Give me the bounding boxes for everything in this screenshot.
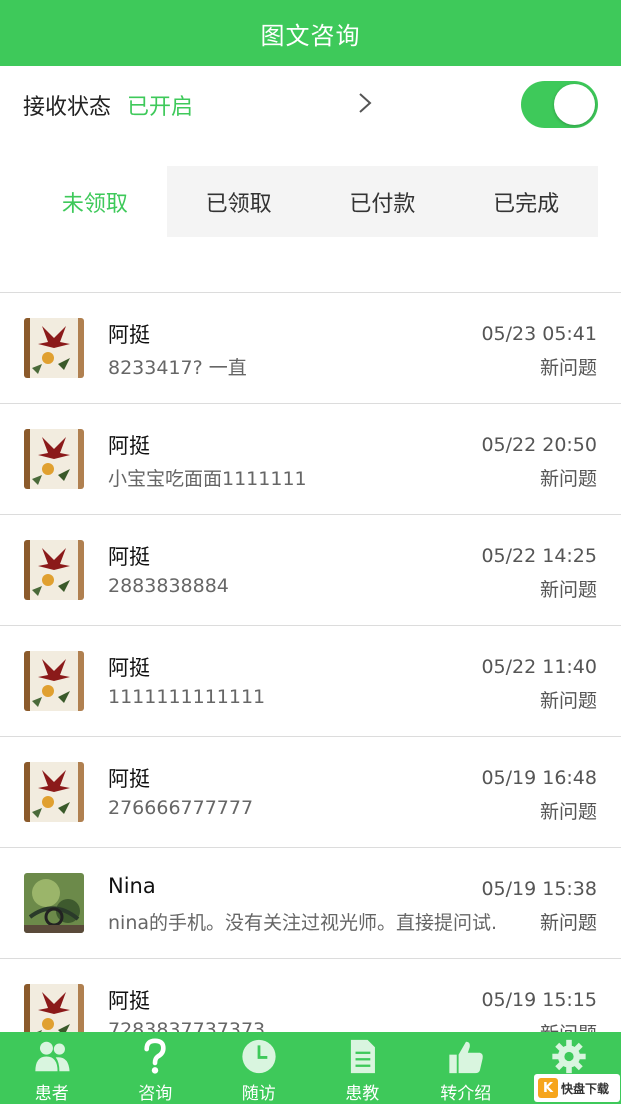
photo-avatar (24, 873, 84, 933)
message-preview: 1111111111111 (108, 686, 266, 708)
tabbar-item-referral[interactable]: 转介绍 (414, 1032, 518, 1104)
message-preview: 2883838884 (108, 575, 229, 597)
list-item[interactable]: 阿挺 小宝宝吃面面1111111 05/22 20:50 新问题 (0, 404, 621, 515)
tabbar-label: 咨询 (138, 1084, 173, 1104)
message-time: 05/22 14:25 (481, 545, 597, 567)
leaf-avatar (24, 984, 84, 1032)
question-icon (144, 1038, 166, 1074)
receive-status-row[interactable]: 接收状态 已开启 (0, 66, 621, 144)
watermark-logo: K (538, 1078, 558, 1098)
message-time: 05/23 05:41 (481, 323, 597, 345)
message-time: 05/19 16:48 (481, 767, 597, 789)
leaf-avatar (24, 429, 84, 489)
toggle-knob (554, 84, 595, 125)
leaf-avatar (24, 762, 84, 822)
status-tabs: 未领取 已领取 已付款 已完成 (23, 166, 598, 237)
watermark-text: 快盘下载 (561, 1081, 610, 1096)
list-item[interactable]: Nina nina的手机。没有关注过视光师。直接提问试. 05/19 15:38… (0, 848, 621, 959)
bottom-tab-bar: 患者 咨询 随访 患教 转介绍 (0, 1032, 621, 1104)
gear-icon (552, 1039, 586, 1074)
message-preview: 7283837737373 (108, 1019, 266, 1032)
list-item[interactable]: 阿挺 2883838884 05/22 14:25 新问题 (0, 515, 621, 626)
tab-claimed[interactable]: 已领取 (166, 166, 311, 237)
tab-label: 未领取 (61, 191, 128, 217)
leaf-avatar (24, 651, 84, 711)
sender-name: 阿挺 (108, 323, 150, 347)
sender-name: 阿挺 (108, 656, 150, 680)
status-badge: 新问题 (537, 686, 597, 713)
leaf-avatar (24, 318, 84, 378)
status-badge: 新问题 (537, 1019, 597, 1032)
tabbar-item-education[interactable]: 患教 (311, 1032, 415, 1104)
leaf-avatar (24, 540, 84, 600)
status-value: 已开启 (127, 95, 194, 120)
sender-name: 阿挺 (108, 767, 150, 791)
patients-icon (35, 1041, 70, 1072)
sender-name: 阿挺 (108, 545, 150, 569)
tab-unclaimed[interactable]: 未领取 (23, 166, 167, 237)
status-badge: 新问题 (537, 575, 597, 602)
tabbar-label: 转介绍 (440, 1084, 492, 1104)
document-icon (351, 1039, 376, 1074)
consultation-list: 阿挺 8233417? 一直 05/23 05:41 新问题 阿挺 小宝宝吃面面… (0, 292, 621, 1032)
status-label: 接收状态 (23, 95, 112, 120)
tabbar-item-followup[interactable]: 随访 (207, 1032, 311, 1104)
message-preview: 8233417? 一直 (108, 357, 247, 379)
thumbs-up-icon (449, 1041, 483, 1074)
watermark-badge: K 快盘下载 (534, 1074, 620, 1102)
clock-icon (242, 1039, 276, 1074)
tabbar-label: 患者 (34, 1084, 69, 1104)
sender-name: 阿挺 (108, 989, 150, 1013)
chevron-right-icon[interactable] (356, 88, 376, 118)
status-badge: 新问题 (537, 908, 597, 935)
message-time: 05/19 15:38 (481, 878, 597, 900)
receive-toggle[interactable] (521, 81, 598, 128)
message-preview: 276666777777 (108, 797, 254, 819)
tab-label: 已付款 (349, 191, 416, 217)
list-item[interactable]: 阿挺 276666777777 05/19 16:48 新问题 (0, 737, 621, 848)
message-preview: 小宝宝吃面面1111111 (108, 468, 307, 490)
tabbar-item-consult[interactable]: 咨询 (104, 1032, 208, 1104)
status-badge: 新问题 (537, 353, 597, 380)
status-badge: 新问题 (537, 797, 597, 824)
message-time: 05/22 20:50 (481, 434, 597, 456)
tabbar-label: 患教 (345, 1084, 380, 1104)
app-header: 图文咨询 (0, 0, 621, 66)
sender-name: 阿挺 (108, 434, 150, 458)
list-item[interactable]: 阿挺 7283837737373 05/19 15:15 新问题 (0, 959, 621, 1032)
tabbar-item-patients[interactable]: 患者 (0, 1032, 104, 1104)
page-title: 图文咨询 (260, 21, 361, 50)
tab-label: 已领取 (205, 191, 272, 217)
tab-completed[interactable]: 已完成 (454, 166, 598, 237)
tab-paid[interactable]: 已付款 (310, 166, 455, 237)
tab-label: 已完成 (493, 191, 560, 217)
list-item[interactable]: 阿挺 8233417? 一直 05/23 05:41 新问题 (0, 293, 621, 404)
tabbar-label: 随访 (241, 1084, 276, 1104)
message-time: 05/19 15:15 (481, 989, 597, 1011)
list-item[interactable]: 阿挺 1111111111111 05/22 11:40 新问题 (0, 626, 621, 737)
status-badge: 新问题 (537, 464, 597, 491)
sender-name: Nina (108, 874, 156, 898)
message-preview: nina的手机。没有关注过视光师。直接提问试. (108, 912, 498, 934)
message-time: 05/22 11:40 (481, 656, 597, 678)
